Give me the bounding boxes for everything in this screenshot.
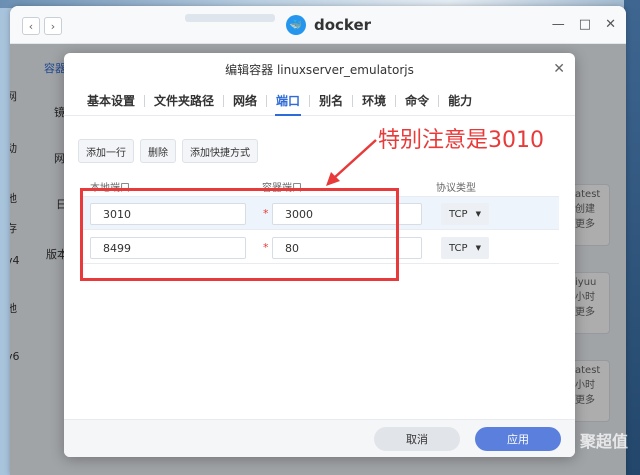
tab-command[interactable]: 命令 [396,86,438,116]
caret-down-icon: ▼ [475,210,481,218]
maximize-icon[interactable]: □ [579,17,591,32]
window-title-text: docker [314,16,372,34]
forward-button[interactable]: › [44,17,62,35]
back-button[interactable]: ‹ [22,17,40,35]
protocol-value: TCP [449,242,468,254]
header-protocol: 协议类型 [436,183,476,194]
apply-button[interactable]: 应用 [475,427,561,451]
add-row-button[interactable]: 添加一行 [78,139,134,163]
caret-down-icon: ▼ [475,244,481,252]
tab-network[interactable]: 网络 [224,86,266,116]
tab-environment[interactable]: 环境 [353,86,395,116]
dialog-footer: 取消 应用 [64,419,575,457]
tab-basic-settings[interactable]: 基本设置 [78,86,144,116]
watermark: 聚超值 [580,432,629,451]
chevron-left-icon: ‹ [28,19,34,33]
protocol-select[interactable]: TCP ▼ [441,203,489,225]
docker-logo-icon: 🐳 [286,15,306,35]
annotation-highlight-box [80,188,399,281]
add-shortcut-button[interactable]: 添加快捷方式 [182,139,258,163]
tab-ports[interactable]: 端口 [267,86,309,116]
blurred-bar [185,14,275,22]
window-title: 🐳 docker [286,15,371,35]
port-toolbar: 添加一行 删除 添加快捷方式 [78,139,258,163]
close-icon[interactable]: ✕ [553,61,565,77]
tab-capabilities[interactable]: 能力 [439,86,481,116]
minimize-icon[interactable]: — [552,17,565,32]
delete-button[interactable]: 删除 [140,139,176,163]
tab-folder-paths[interactable]: 文件夹路径 [145,86,223,116]
annotation-note: 特别注意是3010 [378,128,544,153]
protocol-value: TCP [449,208,468,220]
chevron-right-icon: › [50,19,56,33]
dialog-title: 编辑容器 linuxserver_emulatorjs ✕ [64,53,575,86]
cancel-button[interactable]: 取消 [374,427,460,451]
protocol-select[interactable]: TCP ▼ [441,237,489,259]
dialog-title-text: 编辑容器 linuxserver_emulatorjs [225,63,414,77]
close-icon[interactable]: ✕ [605,17,616,32]
dialog-tabs: 基本设置 文件夹路径 网络 端口 别名 环境 命令 能力 [64,86,575,116]
window-controls: — □ ✕ [552,17,616,32]
tab-alias[interactable]: 别名 [310,86,352,116]
window-titlebar: ‹ › 🐳 docker — □ ✕ [10,6,626,44]
desktop-edge [624,0,640,475]
